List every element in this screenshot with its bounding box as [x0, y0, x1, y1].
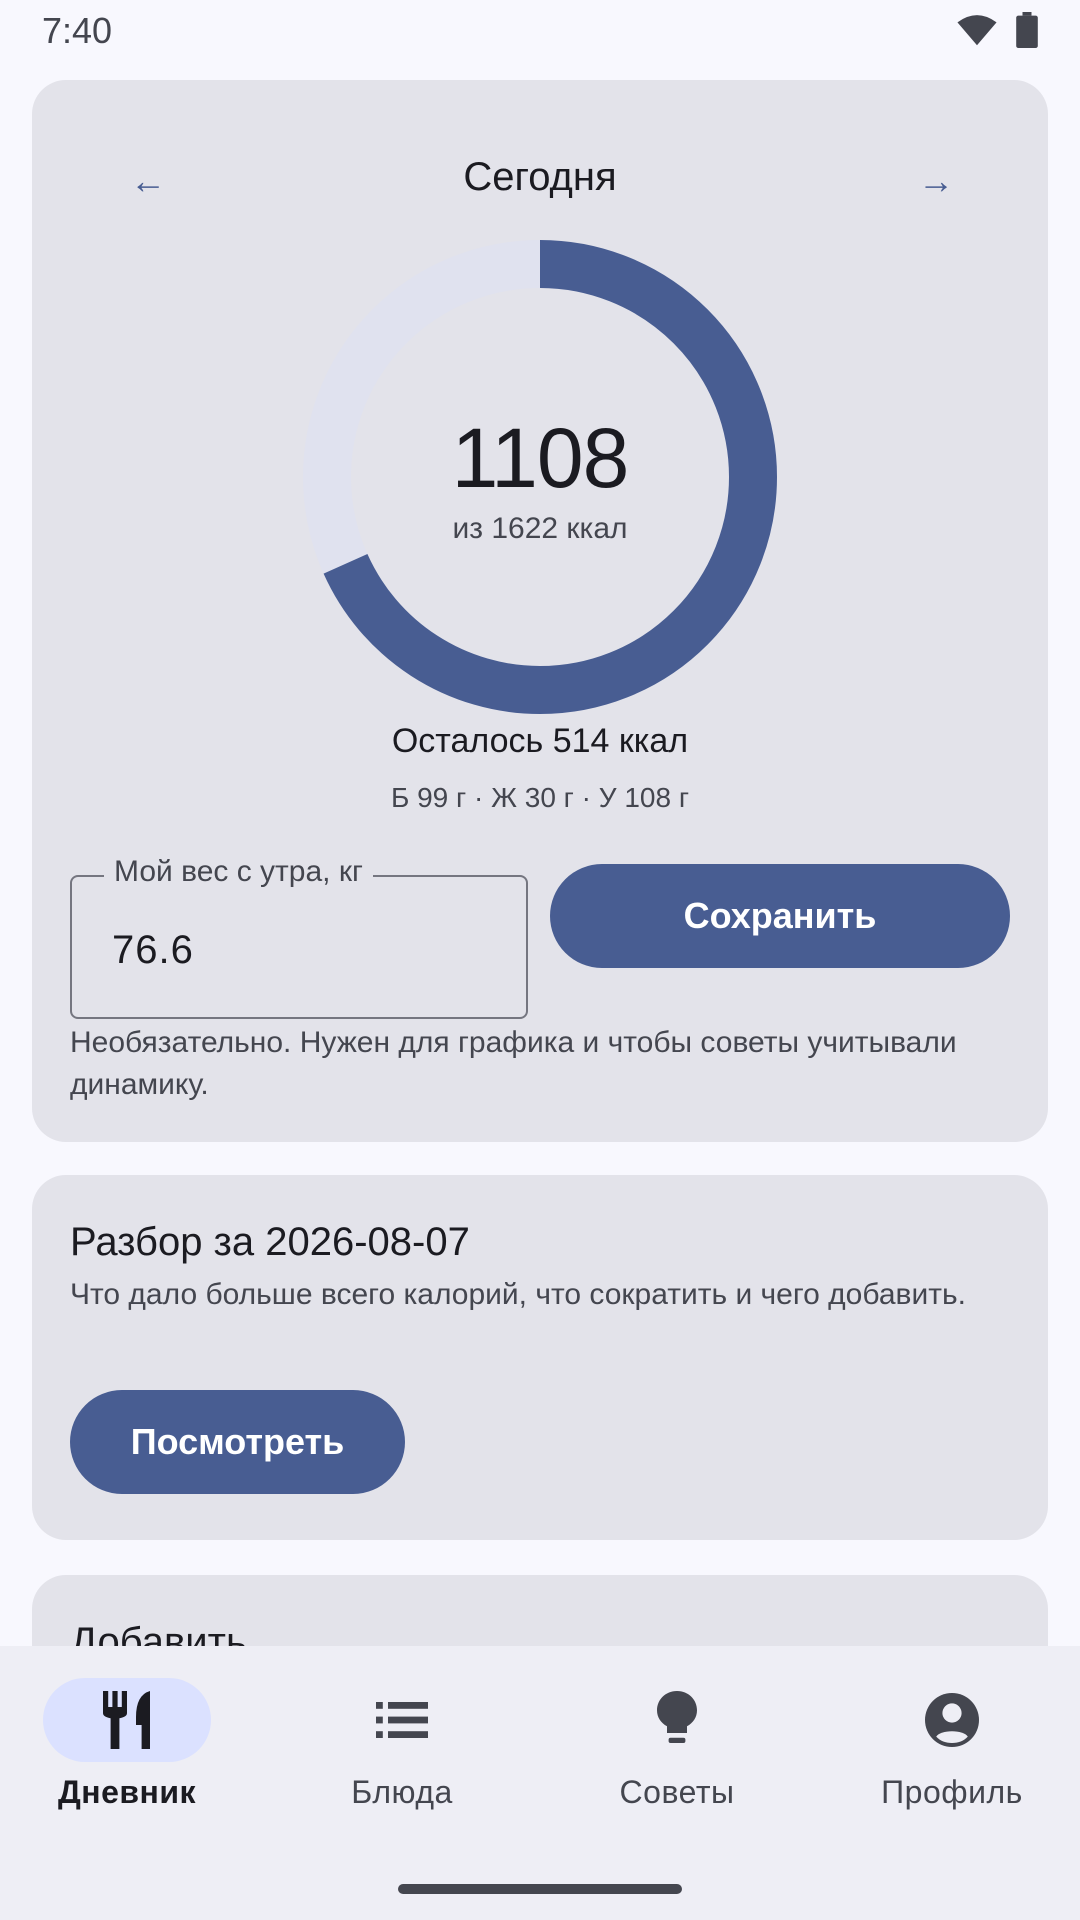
nav-icon-holder	[593, 1678, 761, 1762]
save-weight-button[interactable]: Сохранить	[550, 864, 1010, 968]
nav-icon-holder	[868, 1678, 1036, 1762]
macros-summary: Б 99 г · Ж 30 г · У 108 г	[390, 782, 690, 813]
nav-item-diary[interactable]: Дневник	[33, 1646, 303, 1836]
status-icons	[956, 12, 1038, 48]
weight-input-label: Мой вес с утра, кг	[104, 855, 373, 889]
remaining-calories: Осталось 514 ккал	[391, 722, 689, 760]
lightbulb-icon	[657, 1691, 697, 1743]
status-bar: 7:40	[0, 0, 1080, 62]
nav-label-tips: Советы	[619, 1774, 735, 1810]
review-title: Разбор за 2026-08-07	[70, 1220, 470, 1264]
review-description: Что дало больше всего калорий, что сокра…	[70, 1278, 966, 1311]
nav-item-dishes[interactable]: Блюда	[308, 1646, 578, 1836]
nav-label-diary: Дневник	[57, 1774, 197, 1810]
nav-label-dishes: Блюда	[351, 1774, 453, 1810]
battery-icon	[1016, 12, 1038, 48]
account-circle-icon	[925, 1693, 979, 1747]
consumed-calories: 1108	[451, 411, 630, 505]
weight-input-value[interactable]: 76.6	[112, 928, 194, 973]
weight-hint: Необязательно. Нужен для графика и чтобы…	[70, 1026, 957, 1101]
nav-item-profile[interactable]: Профиль	[858, 1646, 1080, 1836]
restaurant-icon	[103, 1691, 150, 1749]
bottom-navigation: Дневник Блюда Советы Профиль	[0, 1646, 1080, 1920]
calorie-goal: из 1622 ккал	[452, 512, 628, 545]
view-review-button[interactable]: Посмотреть	[70, 1390, 405, 1494]
nav-label-profile: Профиль	[881, 1774, 1023, 1810]
day-title: Сегодня	[463, 155, 617, 199]
home-indicator[interactable]	[398, 1884, 682, 1894]
status-time: 7:40	[42, 10, 113, 51]
list-icon	[376, 1702, 428, 1738]
wifi-icon	[957, 15, 997, 46]
nav-icon-holder	[318, 1678, 486, 1762]
nav-item-tips[interactable]: Советы	[583, 1646, 853, 1836]
nav-active-indicator	[43, 1678, 211, 1762]
